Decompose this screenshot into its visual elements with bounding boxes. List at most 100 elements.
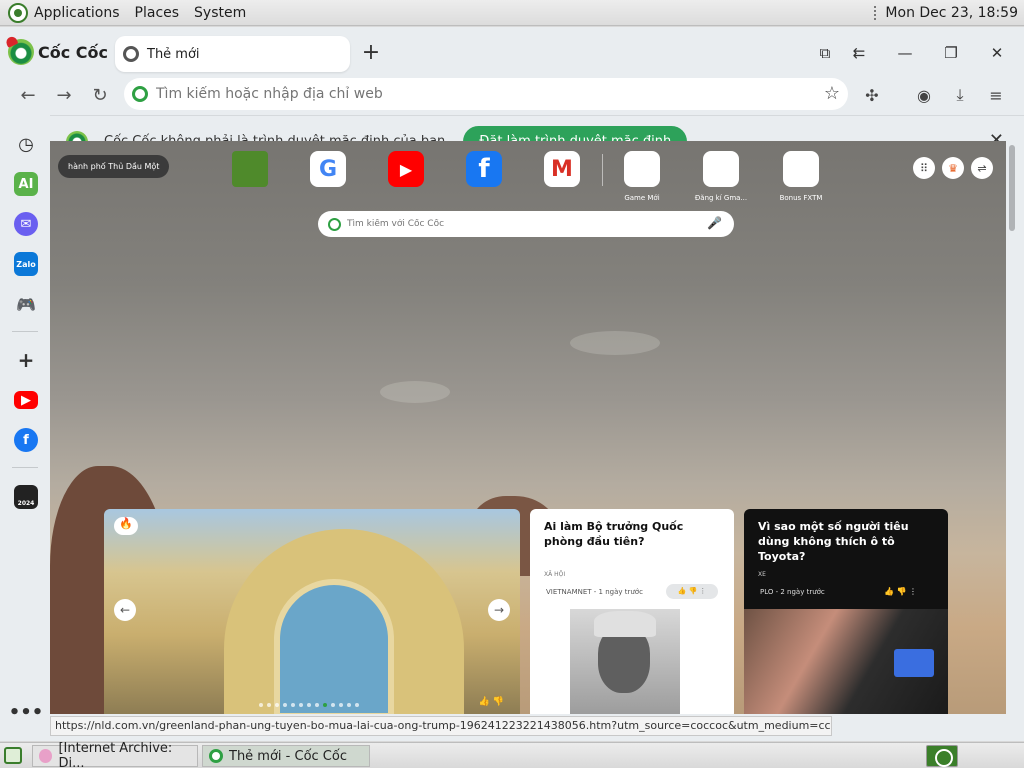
system-menu[interactable]: System <box>194 5 246 21</box>
task-label: Thẻ mới - Cốc Cốc <box>229 748 347 764</box>
news-hero-card[interactable]: 🔥 ← → 👍 👎 <box>104 509 520 714</box>
newtab-search-input[interactable] <box>347 219 697 229</box>
tab-strip: Cốc Cốc Thẻ mới + ⧉ ⇇ — ❐ ✕ <box>0 27 1024 75</box>
shortcut-dang-ki-gmail[interactable] <box>703 151 739 187</box>
portrait-cap <box>594 611 656 637</box>
close-window-button[interactable]: ✕ <box>985 42 1009 64</box>
youtube-icon[interactable]: ▶ <box>388 151 424 187</box>
zalo-icon[interactable]: Zalo <box>14 252 38 276</box>
scrollbar-thumb[interactable] <box>1009 145 1015 231</box>
shortcut-label: Đăng kí Gma... <box>694 194 748 202</box>
hero-arch-image <box>274 579 394 714</box>
task-internet-archive[interactable]: [Internet Archive: Di... <box>32 741 198 768</box>
reload-button[interactable]: ↻ <box>87 83 113 107</box>
ai-icon[interactable]: AI <box>14 172 38 196</box>
newtab-search-box[interactable]: 🎤 <box>318 211 734 237</box>
app-icon <box>39 749 53 763</box>
distro-logo-icon[interactable] <box>8 2 28 23</box>
coccoc-tray-icon[interactable] <box>926 745 958 767</box>
forward-button[interactable]: → <box>51 83 77 107</box>
game-icon[interactable]: 🎮 <box>14 292 38 316</box>
shortcut-divider <box>602 154 603 186</box>
history-icon[interactable]: ◷ <box>14 132 38 156</box>
shortcut-game-moi[interactable] <box>624 151 660 187</box>
news-article-card-dark[interactable]: Vì sao một số người tiêu dùng không thíc… <box>744 509 948 714</box>
facebook-icon[interactable]: f <box>466 151 502 187</box>
article-category: XÃ HỘI <box>544 571 566 578</box>
shortcut-bonus-fxtm[interactable] <box>783 151 819 187</box>
background-cloud <box>380 381 450 403</box>
sidebar-divider <box>12 467 38 468</box>
system-taskbar: [Internet Archive: Di... Thẻ mới - Cốc C… <box>0 741 1024 768</box>
tab-favicon-icon <box>123 46 139 62</box>
article-source: VIETNAMNET - 1 ngày trước <box>546 588 643 596</box>
microphone-icon[interactable]: 🎤 <box>707 216 722 230</box>
bookmark-star-icon[interactable]: ☆ <box>824 83 840 104</box>
brand-name: Cốc Cốc <box>38 42 109 62</box>
article-reactions[interactable]: 👍 👎 ⋮ <box>884 587 917 596</box>
youtube-icon[interactable]: ▶ <box>14 391 38 409</box>
main-menu-icon[interactable]: ≡ <box>984 83 1008 107</box>
new-tab-page: hành phố Thủ Dầu Một G ▶ f M Game Mới Đă… <box>50 141 1006 714</box>
places-menu[interactable]: Places <box>135 5 180 21</box>
tab-title: Thẻ mới <box>147 46 200 62</box>
profile-icon[interactable]: ◉ <box>912 83 936 107</box>
car-screen-image <box>894 649 934 677</box>
task-coccoc[interactable]: Thẻ mới - Cốc Cốc <box>202 745 370 767</box>
hero-reactions[interactable]: 👍 👎 <box>479 697 504 707</box>
status-url-bubble: https://nld.com.vn/greenland-phan-ung-tu… <box>50 716 832 736</box>
article-category: XE <box>758 571 766 578</box>
background-cloud <box>570 331 660 355</box>
extensions-icon[interactable]: ✣ <box>860 83 884 107</box>
panel-handle-icon <box>874 5 877 20</box>
customize-icon[interactable]: ⇌ <box>971 157 993 179</box>
news-article-card[interactable]: Ai làm Bộ trưởng Quốc phòng đầu tiên? XÃ… <box>530 509 734 714</box>
messenger-icon[interactable]: ✉ <box>14 212 38 236</box>
coccoc-search-icon <box>328 217 341 231</box>
facebook-icon[interactable]: f <box>14 428 38 452</box>
coccoc-2024-icon[interactable]: 2024 <box>14 485 38 509</box>
browser-brand[interactable]: Cốc Cốc <box>8 39 108 65</box>
back-button[interactable]: ← <box>15 83 41 107</box>
carousel-dots[interactable] <box>259 703 359 707</box>
apps-grid-icon[interactable]: ⠿ <box>913 157 935 179</box>
article-title[interactable]: Vì sao một số người tiêu dùng không thíc… <box>758 519 938 564</box>
sidebar-divider <box>12 331 38 332</box>
page-scrollbar[interactable] <box>1006 141 1020 714</box>
tab-menu-icon[interactable]: ⇇ <box>847 42 871 64</box>
navigation-bar: ← → ↻ ☆ ✣ ◉ ⤓ ≡ <box>0 75 1024 115</box>
tab-search-icon[interactable]: ⧉ <box>813 42 837 64</box>
article-photo <box>570 609 680 714</box>
article-reactions[interactable]: 👍 👎 ⋮ <box>666 584 718 599</box>
maximize-button[interactable]: ❐ <box>939 42 963 64</box>
weather-location[interactable]: hành phố Thủ Dầu Một <box>58 155 170 178</box>
article-photo <box>744 609 948 714</box>
tab-new-tab[interactable]: Thẻ mới <box>115 36 350 72</box>
add-sidebar-item-icon[interactable]: + <box>14 348 38 372</box>
show-desktop-icon[interactable] <box>4 747 22 764</box>
carousel-prev-icon[interactable]: ← <box>114 599 136 621</box>
crown-icon[interactable]: ♛ <box>942 157 964 179</box>
coccoc-icon <box>209 749 223 763</box>
new-tab-button[interactable]: + <box>358 41 384 65</box>
article-source: PLO - 2 ngày trước <box>760 588 825 596</box>
system-top-panel: Applications Places System Mon Dec 23, 1… <box>0 0 1024 26</box>
sidebar: ◷ AI ✉ Zalo 🎮 + ▶ f 2024 ••• <box>0 115 50 741</box>
task-label: [Internet Archive: Di... <box>58 741 173 768</box>
trending-fire-icon: 🔥 <box>114 517 138 535</box>
coccoc-logo-icon <box>8 39 34 65</box>
address-bar[interactable]: ☆ <box>124 78 848 110</box>
clock[interactable]: Mon Dec 23, 18:59 <box>885 5 1018 21</box>
more-icon[interactable]: ••• <box>9 700 44 724</box>
google-icon[interactable]: G <box>310 151 346 187</box>
downloads-icon[interactable]: ⤓ <box>948 83 972 107</box>
applications-menu[interactable]: Applications <box>34 5 120 21</box>
shortcut-label: Bonus FXTM <box>779 194 823 202</box>
minimize-button[interactable]: — <box>893 42 917 64</box>
coccoc-search-icon <box>132 86 148 102</box>
carousel-next-icon[interactable]: → <box>488 599 510 621</box>
shortcut-tile-1[interactable] <box>232 151 268 187</box>
gmail-icon[interactable]: M <box>544 151 580 187</box>
article-title[interactable]: Ai làm Bộ trưởng Quốc phòng đầu tiên? <box>544 519 724 549</box>
address-input[interactable] <box>156 86 796 102</box>
